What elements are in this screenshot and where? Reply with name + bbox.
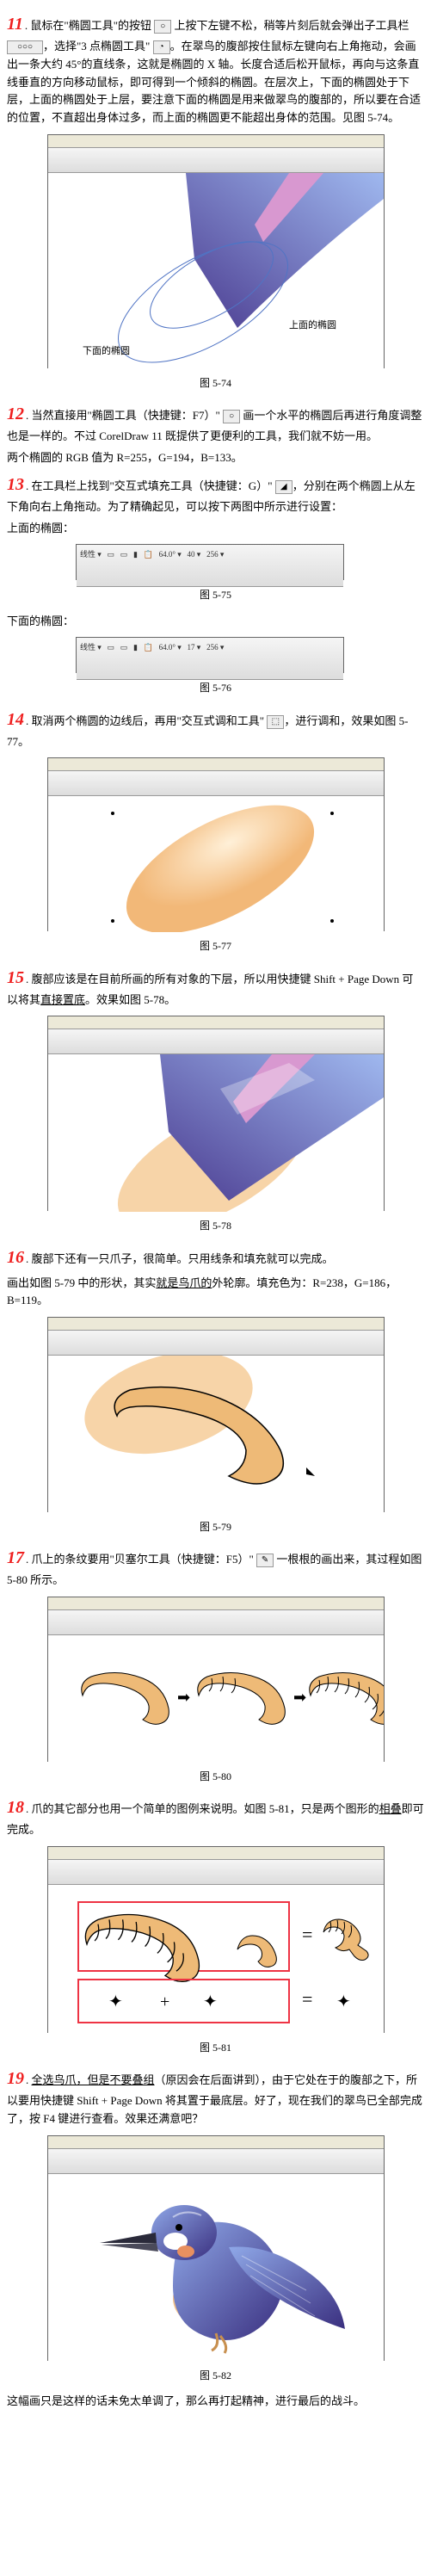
step-num-12: 12 [7,405,24,423]
step-13-bottom: 下面的椭圆： [7,613,424,631]
ellipse-f7-icon: ○ [223,410,240,423]
text: . 鼠标在"椭圆工具"的按钮 [25,19,154,32]
canvas [48,1356,384,1513]
step-14: 14. 取消两个椭圆的边线后，再用"交互式调和工具" ⬚，进行调和，效果如图 5… [7,706,424,751]
canvas: 下面的椭圆 上面的椭圆 [48,173,384,369]
fill-settings-toolbar-2: 线性 ▾ ▭ ▭ ▮ 📋 64.0° ▾ 17 ▾ 256 ▾ [77,638,343,680]
step-16: 16. 腹部下还有一只爪子，很简单。只用线条和填充就可以完成。 [7,1244,424,1271]
svg-text:=: = [302,1924,312,1945]
step-num-17: 17 [7,1548,24,1567]
canvas [48,1054,384,1212]
closing: 这幅画只是这样的话未免太单调了，那么再打起精神，进行最后的战斗。 [7,2393,424,2411]
svg-text:=: = [302,1988,312,2010]
text: 上按下左键不松，稍等片刻后就会弹出子工具栏 [171,19,409,32]
step-num-14: 14 [7,710,24,729]
step-num-11: 11 [7,15,23,34]
caption-76: 图 5-76 [7,680,424,696]
caption-74: 图 5-74 [7,375,424,392]
text: ，选择"3 点椭圆工具" [43,40,153,53]
step-num-19: 19 [7,2069,24,2088]
text: 画出如图 5-79 中的形状，其实 [7,1276,156,1289]
step-11: 11. 鼠标在"椭圆工具"的按钮 ○ 上按下左键不松，稍等片刻后就会弹出子工具栏… [7,10,424,127]
toolbar [48,2149,384,2174]
svg-text:✦: ✦ [336,1992,351,2011]
step-13: 13. 在工具栏上找到"交互式填充工具（快捷键：G）" ◢，分别在两个椭圆上从左… [7,471,424,516]
toolbar [48,148,384,173]
text-underlined: 相叠 [379,1802,402,1815]
figure-5-74: 下面的椭圆 上面的椭圆 [47,134,385,368]
figure-5-81: = ✦ + ✦ = ✦ [47,1846,385,2033]
svg-text:✦: ✦ [108,1992,123,2011]
figure-5-79 [47,1317,385,1512]
step-num-15: 15 [7,968,24,987]
figure-5-76: 线性 ▾ ▭ ▭ ▮ 📋 64.0° ▾ 17 ▾ 256 ▾ [76,637,344,673]
text: . 爪的其它部分也用一个简单的图例来说明。如图 5-81，只是两个图形的 [26,1802,379,1815]
text-underlined: 直接置底 [40,993,85,1006]
svg-text:➡: ➡ [177,1689,190,1706]
interactive-blend-icon: ⬚ [267,715,284,729]
toolbar [48,1029,384,1054]
text: . 腹部下还有一只爪子，很简单。只用线条和填充就可以完成。 [26,1252,334,1265]
canvas [48,796,384,932]
step-17: 17. 爪上的条纹要用"贝塞尔工具（快捷键：F5）" ✎ 一根根的画出来，其过程… [7,1544,424,1590]
text: . 爪上的条纹要用"贝塞尔工具（快捷键：F5）" [26,1553,256,1566]
step-15: 15. 腹部应该是在目前所画的所有对象的下层，所以用快捷键 Shift + Pa… [7,964,424,1010]
caption-80: 图 5-80 [7,1769,424,1785]
text-underlined: 就是鸟爪的 [156,1276,212,1289]
menubar [48,1597,384,1610]
bezier-tool-icon: ✎ [256,1554,274,1567]
step-18: 18. 爪的其它部分也用一个简单的图例来说明。如图 5-81，只是两个图形的相叠… [7,1794,424,1839]
step-num-16: 16 [7,1248,24,1267]
caption-78: 图 5-78 [7,1218,424,1234]
step-16-2: 画出如图 5-79 中的形状，其实就是鸟爪的外轮廓。填充色为：R=238，G=1… [7,1275,424,1311]
step-13-top: 上面的椭圆： [7,520,424,538]
text: . 取消两个椭圆的边线后，再用"交互式调和工具" [26,714,267,727]
caption-75: 图 5-75 [7,587,424,603]
menubar [48,2136,384,2149]
step-12-rgb: 两个椭圆的 RGB 值为 R=255，G=194，B=133。 [7,449,424,467]
figure-5-80: ➡ ➡ [47,1597,385,1762]
ellipse-tool-icon: ○ [154,20,171,34]
interactive-fill-icon: ◢ [275,480,292,494]
text: 。效果如图 5-78。 [85,993,175,1006]
step-19: 19. 全选鸟爪，但是不要叠组（原因会在后面讲到），由于它处在于的腹部之下，所以… [7,2065,424,2128]
figure-5-75: 线性 ▾ ▭ ▭ ▮ 📋 64.0° ▾ 40 ▾ 256 ▾ [76,544,344,580]
fill-settings-toolbar: 线性 ▾ ▭ ▭ ▮ 📋 64.0° ▾ 40 ▾ 256 ▾ [77,545,343,587]
canvas [48,2174,384,2362]
toolbar [48,1610,384,1635]
canvas: = ✦ + ✦ = ✦ [48,1885,384,2034]
svg-text:下面的椭圆: 下面的椭圆 [83,344,130,356]
step-12: 12. 当然直接用"椭圆工具（快捷键：F7）" ○ 画一个水平的椭圆后再进行角度… [7,400,424,446]
text: . 当然直接用"椭圆工具（快捷键：F7）" [26,409,223,422]
caption-77: 图 5-77 [7,938,424,954]
text-underlined: 全选鸟爪，但是 [32,2073,110,2086]
svg-text:➡: ➡ [293,1689,306,1706]
menubar [48,135,384,148]
step-num-18: 18 [7,1798,24,1817]
figure-5-77 [47,757,385,931]
svg-text:+: + [160,1992,169,2011]
figure-5-78 [47,1016,385,1211]
text: . 在工具栏上找到"交互式填充工具（快捷键：G）" [26,479,275,492]
flyout-toolbar-icon: ○○○ [7,40,43,54]
menubar [48,1016,384,1029]
svg-text:上面的椭圆: 上面的椭圆 [289,318,336,330]
caption-81: 图 5-81 [7,2040,424,2056]
canvas: ➡ ➡ [48,1635,384,1763]
toolbar [48,771,384,796]
step-num-13: 13 [7,475,24,494]
figure-5-82 [47,2135,385,2361]
text-underlined: 不要叠组 [110,2073,155,2086]
caption-79: 图 5-79 [7,1519,424,1535]
three-point-ellipse-icon: ◔ [153,40,170,54]
caption-82: 图 5-82 [7,2368,424,2384]
toolbar [48,1331,384,1356]
menubar [48,1847,384,1860]
menubar [48,758,384,771]
toolbar [48,1860,384,1885]
svg-text:✦: ✦ [203,1992,218,2011]
menubar [48,1318,384,1331]
